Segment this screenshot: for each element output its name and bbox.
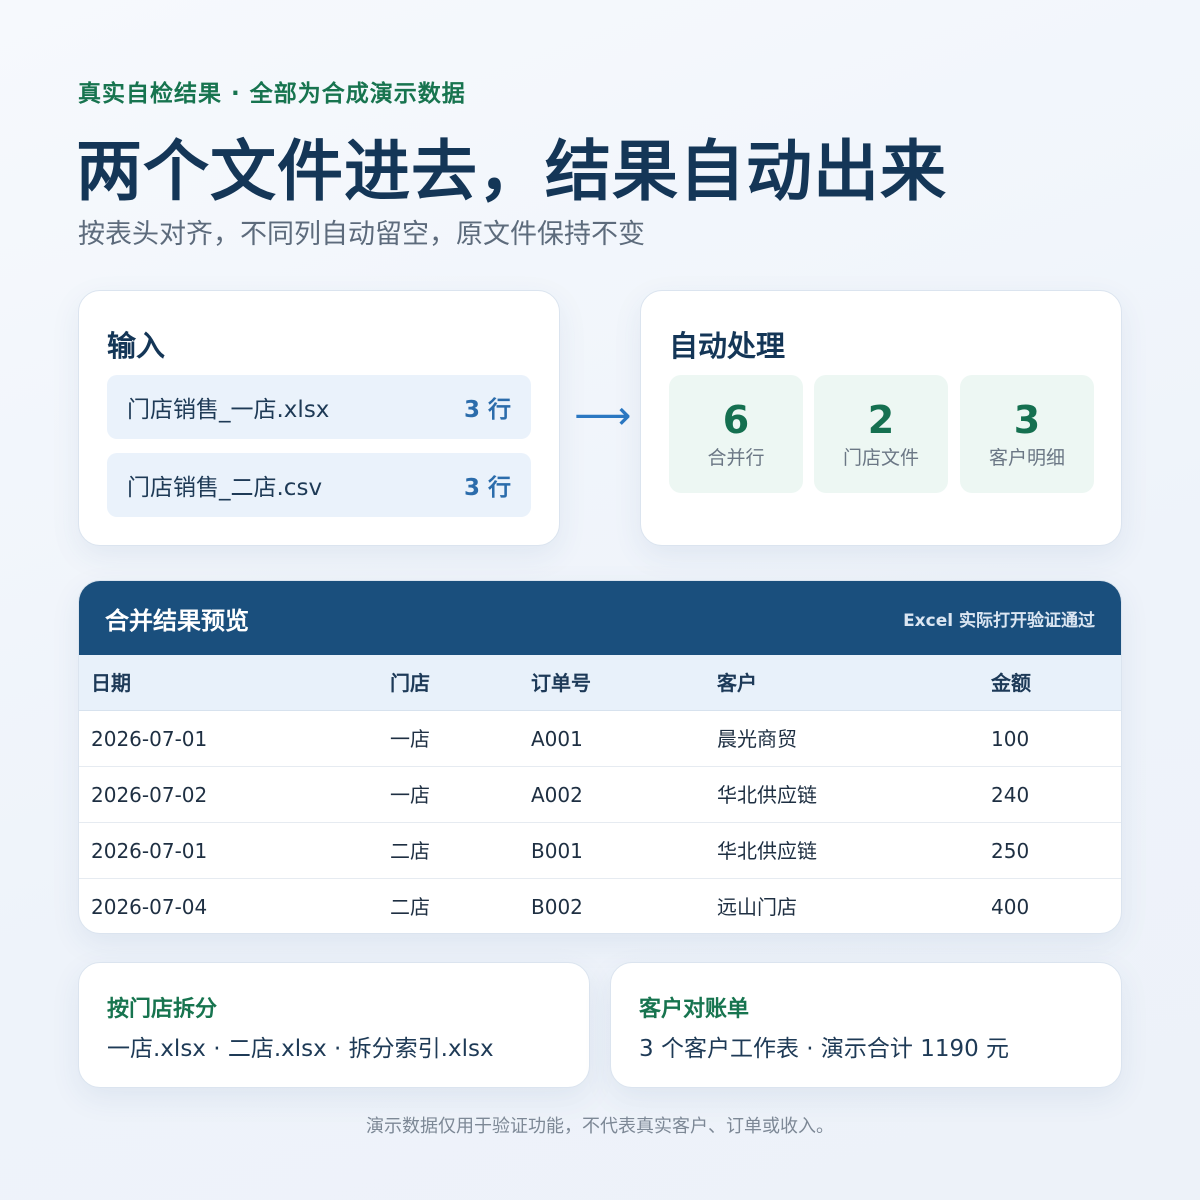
file-name: 门店销售_一店.xlsx [127, 397, 330, 423]
table-title-bar: 合并结果预览 Excel 实际打开验证通过 [79, 581, 1121, 655]
stat-customer-details: 3 客户明细 [960, 375, 1094, 493]
stat-merged-rows: 6 合并行 [669, 375, 803, 493]
input-panel: 输入 门店销售_一店.xlsx 3 行 门店销售_二店.csv 3 行 [78, 290, 560, 546]
column-header[interactable]: 日期 [91, 655, 131, 711]
cell-order-id: A002 [531, 783, 583, 807]
cell-order-id: B002 [531, 895, 583, 919]
cell-customer: 远山门店 [717, 895, 797, 919]
auto-process-panel: 自动处理 6 合并行 2 门店文件 3 客户明细 [640, 290, 1122, 546]
customer-statement-card[interactable]: 客户对账单 3 个客户工作表 · 演示合计 1190 元 [610, 962, 1122, 1088]
page-subtitle: 按表头对齐，不同列自动留空，原文件保持不变 [78, 219, 645, 250]
table-row[interactable]: 2026-07-02 一店 A002 华北供应链 240 [79, 767, 1121, 823]
cell-amount: 400 [991, 895, 1030, 919]
split-by-store-card[interactable]: 按门店拆分 一店.xlsx · 二店.xlsx · 拆分索引.xlsx [78, 962, 590, 1088]
cell-customer: 晨光商贸 [717, 727, 797, 751]
split-card-title: 按门店拆分 [107, 997, 218, 1022]
cell-customer: 华北供应链 [717, 839, 817, 863]
cell-date: 2026-07-01 [91, 727, 208, 751]
cell-date: 2026-07-01 [91, 839, 208, 863]
stat-value: 3 [1013, 398, 1041, 442]
verification-badge: Excel 实际打开验证通过 [903, 610, 1095, 631]
input-heading: 输入 [107, 329, 166, 363]
eyebrow: 真实自检结果 · 全部为合成演示数据 [78, 81, 466, 107]
input-file-item[interactable]: 门店销售_一店.xlsx 3 行 [107, 375, 531, 439]
stat-value: 6 [722, 398, 750, 442]
cell-order-id: A001 [531, 727, 583, 751]
cell-store: 二店 [390, 839, 430, 863]
cell-store: 一店 [390, 783, 430, 807]
auto-process-heading: 自动处理 [669, 329, 786, 363]
column-header[interactable]: 客户 [717, 655, 757, 711]
split-card-files: 一店.xlsx · 二店.xlsx · 拆分索引.xlsx [107, 1036, 494, 1062]
statement-card-title: 客户对账单 [639, 997, 750, 1022]
column-header[interactable]: 金额 [991, 655, 1031, 711]
cell-amount: 250 [991, 839, 1030, 863]
file-row-count: 3 行 [463, 475, 511, 501]
cell-date: 2026-07-04 [91, 895, 208, 919]
table-title: 合并结果预览 [105, 606, 249, 635]
footer-disclaimer: 演示数据仅用于验证功能，不代表真实客户、订单或收入。 [366, 1116, 834, 1137]
stat-value: 2 [867, 398, 895, 442]
cell-customer: 华北供应链 [717, 783, 817, 807]
table-row[interactable]: 2026-07-01 二店 B001 华北供应链 250 [79, 823, 1121, 879]
page-title: 两个文件进去，结果自动出来 [76, 133, 947, 210]
table-row[interactable]: 2026-07-04 二店 B002 远山门店 400 [79, 879, 1121, 933]
stat-label: 合并行 [707, 447, 765, 469]
cell-store: 二店 [390, 895, 430, 919]
column-header[interactable]: 订单号 [531, 655, 591, 711]
table-header-row: 日期 门店 订单号 客户 金额 [79, 655, 1121, 711]
cell-store: 一店 [390, 727, 430, 751]
stat-label: 客户明细 [988, 447, 1065, 469]
statement-card-summary: 3 个客户工作表 · 演示合计 1190 元 [639, 1036, 1010, 1062]
table-row[interactable]: 2026-07-01 一店 A001 晨光商贸 100 [79, 711, 1121, 767]
file-row-count: 3 行 [463, 397, 511, 423]
column-header[interactable]: 门店 [390, 655, 430, 711]
cell-date: 2026-07-02 [91, 783, 208, 807]
cell-order-id: B001 [531, 839, 583, 863]
right-arrow-icon: ⟶ [574, 393, 632, 439]
merge-preview-table: 合并结果预览 Excel 实际打开验证通过 日期 门店 订单号 客户 金额 20… [78, 580, 1122, 934]
stat-label: 门店文件 [842, 447, 919, 469]
cell-amount: 240 [991, 783, 1030, 807]
input-file-item[interactable]: 门店销售_二店.csv 3 行 [107, 453, 531, 517]
stat-store-files: 2 门店文件 [814, 375, 948, 493]
cell-amount: 100 [991, 727, 1030, 751]
file-name: 门店销售_二店.csv [127, 475, 323, 501]
